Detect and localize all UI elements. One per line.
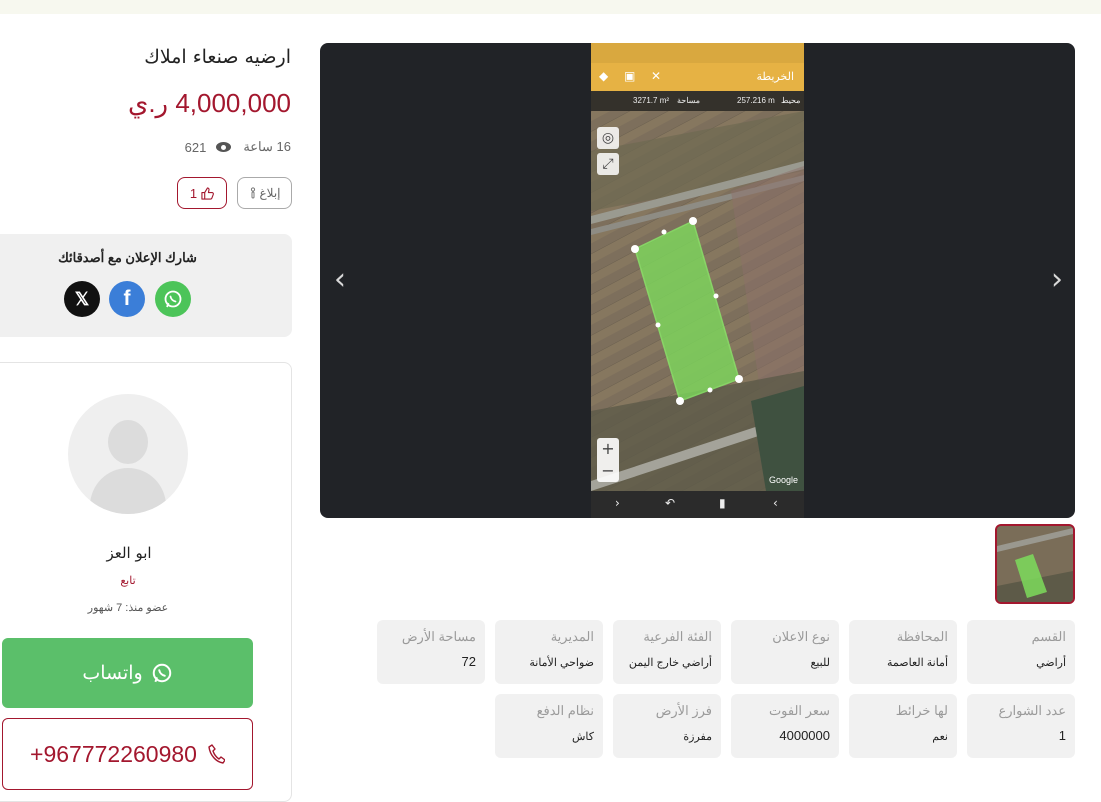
map-screen-title: الخريطة (756, 71, 794, 83)
locate-icon: ◎ (597, 127, 619, 149)
x-icon: 𝕏 (74, 288, 90, 309)
zoom-out-icon: − (601, 461, 615, 480)
undo-icon: ↶ (665, 496, 676, 510)
map-toolbar: الخريطة ◆ ▣ ✕ (591, 63, 804, 91)
thumbnail-image (997, 526, 1073, 602)
thumbs-up-icon (201, 186, 214, 200)
top-bar (0, 0, 1101, 14)
detail-payment-system: نظام الدفع كاش (495, 694, 603, 758)
listing-meta: 16 ساعة 621 (185, 139, 291, 155)
fullscreen-icon: ⤢ (597, 153, 619, 175)
chevron-right-icon[interactable]: › (1042, 265, 1072, 295)
delete-icon: ▮ (719, 496, 726, 510)
share-box: شارك الإعلان مع أصدقائك 𝕏 f (0, 234, 292, 337)
member-since: عضو منذ: 7 شهور (87, 602, 169, 614)
seller-name: ابو العز (106, 544, 152, 562)
back-icon: ‹ (773, 496, 778, 510)
redo-icon: › (615, 496, 620, 510)
save-icon: ▣ (624, 69, 636, 83)
detail-district: المديرية ضواحي الأمانة (495, 620, 603, 684)
phone-button[interactable]: +967772260980 (2, 718, 253, 790)
detail-category: القسم أراضي (967, 620, 1075, 684)
share-title: شارك الإعلان مع أصدقائك (58, 250, 197, 265)
listing-title: ارضيه صنعاء املاك (144, 46, 291, 68)
whatsapp-icon (152, 663, 171, 683)
gallery-thumbnail[interactable] (995, 524, 1075, 604)
x-share-button[interactable]: 𝕏 (64, 281, 100, 317)
measure-bar: 3271.7 m² مساحة 257.216 m محيط (591, 91, 804, 111)
avatar (68, 394, 188, 514)
view-count: 621 (184, 139, 207, 155)
gallery-image: الخريطة ◆ ▣ ✕ 3271.7 m² مساحة 257.216 m … (591, 43, 804, 518)
phone-number: +967772260980 (30, 740, 197, 767)
map-bottom-bar: › ↶ ▮ ‹ (591, 491, 804, 518)
whatsapp-share-button[interactable] (155, 281, 191, 317)
phone-icon (208, 744, 225, 764)
detail-governorate: المحافظة أمانة العاصمة (849, 620, 957, 684)
report-button[interactable]: إبلاغ (237, 177, 292, 209)
facebook-icon: f (123, 287, 131, 310)
whatsapp-icon (164, 290, 182, 308)
image-gallery[interactable]: ‹ › الخريطة ◆ ▣ ✕ 3271.7 m² مساحة 257.21… (320, 43, 1075, 518)
report-label: إبلاغ (259, 186, 281, 200)
facebook-share-button[interactable]: f (109, 281, 145, 317)
like-count: 1 (189, 185, 198, 201)
zoom-in-icon: + (601, 439, 615, 458)
detail-foot-price: سعر الفوت 4000000 (731, 694, 839, 758)
satellite-map (591, 111, 804, 491)
detail-has-maps: لها خرائط نعم (849, 694, 957, 758)
google-logo: Google (769, 475, 799, 485)
detail-land-sorting: فرز الأرض مفرزة (613, 694, 721, 758)
info-icon (250, 187, 255, 199)
zoom-control: + − (597, 438, 619, 482)
detail-ad-type: نوع الاعلان للبيع (731, 620, 839, 684)
whatsapp-button[interactable]: واتساب (2, 638, 253, 708)
like-button[interactable]: 1 (177, 177, 227, 209)
whatsapp-label: واتساب (82, 662, 143, 684)
detail-land-area: مساحة الأرض 72 (377, 620, 485, 684)
time-ago: 16 ساعة (243, 139, 291, 154)
layers-icon: ◆ (599, 69, 609, 83)
detail-streets-count: عدد الشوارع 1 (967, 694, 1075, 758)
detail-subcategory: الفئة الفرعية أراضي خارج اليمن (613, 620, 721, 684)
eye-icon (216, 142, 232, 152)
close-icon: ✕ (651, 69, 662, 83)
seller-role: تابع (120, 575, 136, 587)
status-bar (591, 43, 804, 63)
listing-price: 4,000,000 ر.ي (127, 88, 291, 118)
chevron-left-icon[interactable]: ‹ (325, 265, 355, 295)
